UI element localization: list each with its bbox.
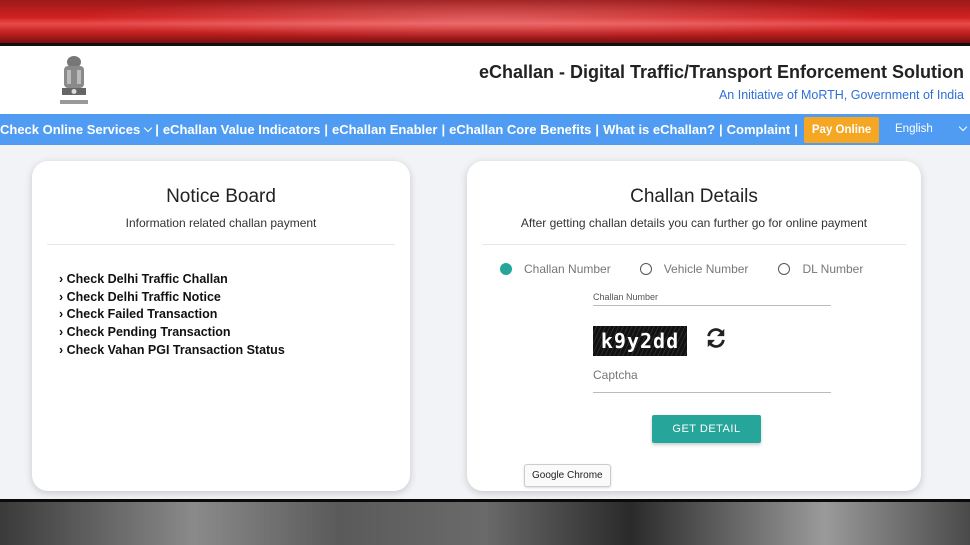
notice-link[interactable]: › Check Vahan PGI Transaction Status [59, 342, 410, 360]
notice-links: › Check Delhi Traffic Challan › Check De… [59, 271, 410, 360]
language-chevron-icon[interactable] [958, 122, 968, 132]
radio-challan-number[interactable]: Challan Number [500, 262, 611, 276]
refresh-icon[interactable] [705, 327, 727, 349]
challan-number-input[interactable] [593, 305, 831, 306]
browser-tooltip: Google Chrome [524, 464, 611, 487]
nav-check-online-services[interactable]: Check Online Services [0, 122, 153, 137]
challan-details-subtitle: After getting challan details you can fu… [520, 216, 868, 230]
captcha-input-underline [593, 392, 831, 393]
top-banner-image [0, 0, 970, 46]
site-header: eChallan - Digital Traffic/Transport Enf… [0, 46, 970, 114]
notice-link[interactable]: › Check Pending Transaction [59, 324, 410, 342]
notice-board-card: Notice Board Information related challan… [32, 161, 410, 491]
challan-details-title: Challan Details [630, 186, 758, 207]
national-emblem-icon [60, 56, 88, 104]
divider [482, 244, 906, 245]
captcha-image: k9y2dd [593, 326, 687, 356]
nav-value-indicators[interactable]: eChallan Value Indicators [163, 122, 321, 137]
search-type-radios: Challan Number Vehicle Number DL Number [500, 262, 863, 276]
main-navbar: Check Online Services | eChallan Value I… [0, 114, 970, 145]
notice-board-subtitle: Information related challan payment [125, 216, 317, 230]
notice-link[interactable]: › Check Failed Transaction [59, 306, 410, 324]
nav-complaint[interactable]: Complaint [727, 122, 791, 137]
radio-vehicle-number[interactable]: Vehicle Number [639, 262, 748, 276]
radio-dl-number[interactable]: DL Number [778, 262, 863, 276]
nav-what-is-echallan[interactable]: What is eChallan? [603, 122, 715, 137]
radio-checked-icon[interactable] [500, 263, 512, 275]
radio-unchecked-icon[interactable] [778, 263, 791, 275]
divider [47, 244, 395, 245]
captcha-input[interactable]: Captcha [593, 368, 638, 382]
notice-link[interactable]: › Check Delhi Traffic Challan [59, 271, 410, 289]
bottom-blurred-image [0, 499, 970, 545]
notice-link[interactable]: › Check Delhi Traffic Notice [59, 289, 410, 307]
nav-echallan-enabler[interactable]: eChallan Enabler [332, 122, 437, 137]
challan-number-label: Challan Number [593, 292, 659, 302]
pay-online-button[interactable]: Pay Online [803, 116, 880, 143]
notice-board-title: Notice Board [166, 186, 276, 207]
nav-core-benefits[interactable]: eChallan Core Benefits [449, 122, 591, 137]
site-subtitle: An Initiative of MoRTH, Government of In… [718, 88, 964, 102]
challan-details-card: Challan Details After getting challan de… [467, 161, 921, 491]
chevron-down-icon [143, 123, 153, 133]
site-title: eChallan - Digital Traffic/Transport Enf… [478, 62, 964, 82]
get-detail-button[interactable]: GET DETAIL [652, 415, 761, 443]
language-select[interactable]: English [895, 114, 933, 145]
main-content: Notice Board Information related challan… [0, 145, 970, 499]
radio-unchecked-icon[interactable] [639, 263, 652, 275]
